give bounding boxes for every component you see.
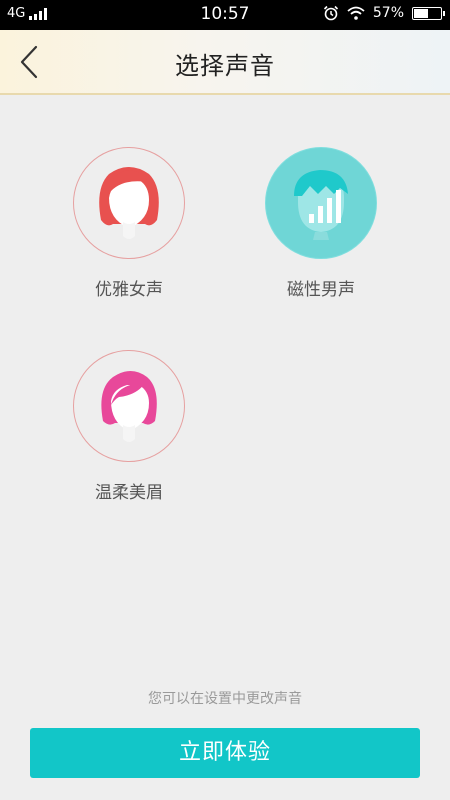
wifi-icon: [347, 6, 365, 20]
voice-avatar-ring: [73, 147, 185, 259]
voice-option-gentle-girl[interactable]: 温柔美眉: [54, 350, 204, 503]
page-title: 选择声音: [175, 52, 275, 80]
voice-option-magnetic-male[interactable]: 磁性男声: [246, 147, 396, 300]
settings-hint: 您可以在设置中更改声音: [148, 691, 302, 707]
header-bar: 选择声音: [0, 30, 450, 95]
voice-label: 优雅女声: [95, 280, 163, 300]
battery-icon: [412, 6, 445, 20]
status-icons: 57%: [323, 5, 445, 21]
voice-avatar-ring-selected: [265, 147, 377, 259]
male-avatar-playing-icon: [294, 170, 348, 240]
status-bar: 4G 10:57 57%: [0, 0, 450, 30]
voice-label: 温柔美眉: [95, 483, 163, 503]
try-now-button[interactable]: 立即体验: [30, 728, 420, 778]
battery-fill: [414, 8, 428, 18]
battery-percent: 57%: [372, 5, 404, 21]
voice-label: 磁性男声: [287, 280, 355, 300]
voice-avatar-ring: [73, 350, 185, 462]
female-pink-avatar-icon: [101, 371, 157, 442]
voice-option-elegant-female[interactable]: 优雅女声: [54, 147, 204, 300]
female-red-avatar-icon: [99, 167, 159, 239]
alarm-icon: [323, 5, 338, 21]
